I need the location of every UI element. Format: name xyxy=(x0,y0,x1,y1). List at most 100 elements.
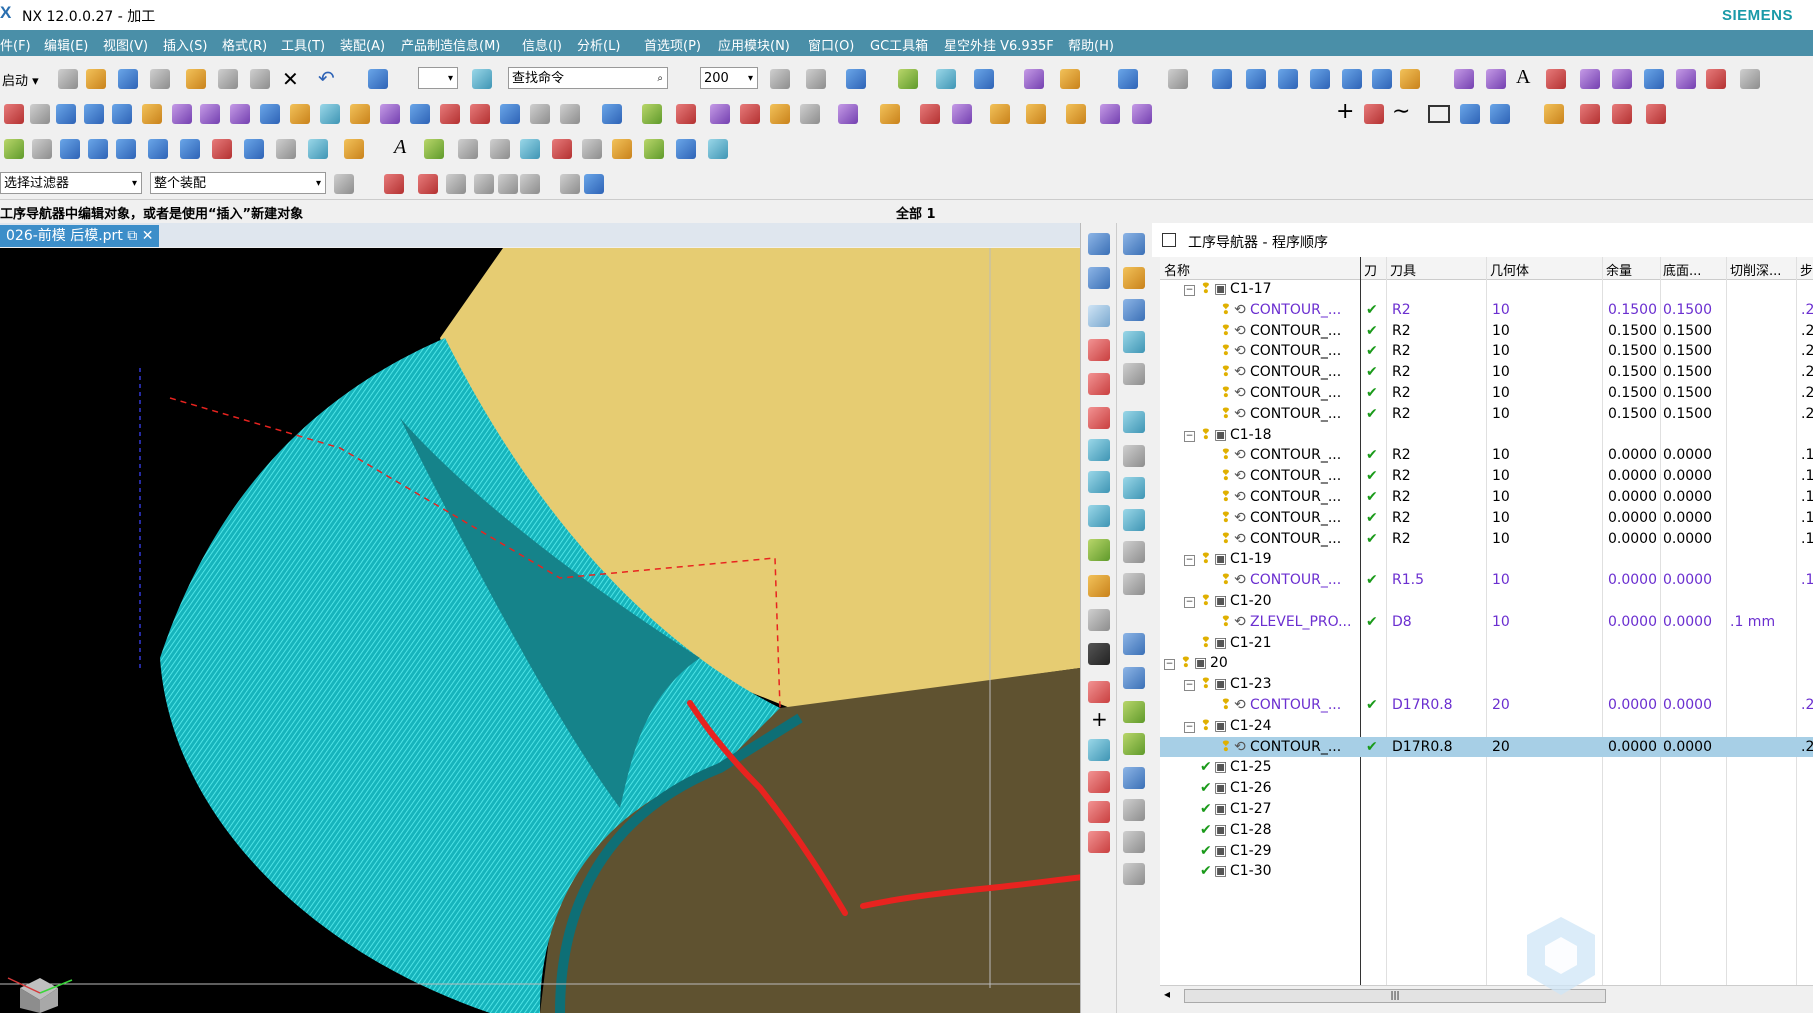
program-group-row[interactable]: − ❢ ▣ C1-18 xyxy=(1160,425,1813,446)
wireframe-icon[interactable] xyxy=(676,104,696,124)
drill-icon[interactable] xyxy=(350,104,370,124)
col-step[interactable]: 步 xyxy=(1800,260,1813,279)
ruler-strip-icon[interactable] xyxy=(1088,539,1110,561)
arrow-right-icon[interactable] xyxy=(84,104,104,124)
col-depth[interactable]: 切削深... xyxy=(1730,260,1781,279)
select-mode-icon[interactable] xyxy=(368,69,388,89)
navigator-horizontal-scrollbar[interactable]: ◂ ||| xyxy=(1160,985,1813,1004)
create-operation-icon[interactable] xyxy=(212,139,232,159)
cavity-mill-icon[interactable] xyxy=(200,104,220,124)
snap-mid-icon[interactable] xyxy=(474,174,494,194)
highlight-icon[interactable] xyxy=(740,104,760,124)
select-all-icon[interactable] xyxy=(384,174,404,194)
geometry-strip-icon[interactable] xyxy=(1088,471,1110,493)
menu-analysis[interactable]: 分析(L) xyxy=(577,35,620,54)
col-tool-status[interactable]: 刀 xyxy=(1364,260,1377,279)
operation-row[interactable]: ❢ ⟲ CONTOUR_... ✔ R2 10 0.1500 0.1500 .2 xyxy=(1160,404,1813,425)
layer-settings-icon[interactable] xyxy=(770,69,790,89)
operation-row[interactable]: ❢ ⟲ CONTOUR_... ✔ R2 10 0.0000 0.0000 .1 xyxy=(1160,529,1813,550)
layer-visible-icon[interactable] xyxy=(806,69,826,89)
machine-view-strip-icon[interactable] xyxy=(1123,267,1145,289)
machine-icon[interactable] xyxy=(644,139,664,159)
list-strip-icon[interactable] xyxy=(1123,411,1145,433)
command-search-input[interactable]: 查找命令 ⌕ xyxy=(508,67,668,89)
circle-icon[interactable] xyxy=(800,104,820,124)
selection-filter-combo[interactable]: 选择过滤器 ▾ xyxy=(0,172,142,194)
method-view-strip-icon[interactable] xyxy=(1123,331,1145,353)
text-tool-icon[interactable]: A xyxy=(1516,66,1530,89)
operation-row[interactable]: ❢ ⟲ CONTOUR_... ✔ R2 10 0.1500 0.1500 .2 xyxy=(1160,341,1813,362)
draft-icon[interactable] xyxy=(1612,104,1632,124)
generate-strip-icon[interactable] xyxy=(1123,633,1145,655)
view-iso-icon[interactable] xyxy=(1310,69,1330,89)
menu-format[interactable]: 格式(R) xyxy=(222,35,267,54)
measure-icon[interactable] xyxy=(1024,69,1044,89)
line-icon[interactable] xyxy=(1364,104,1384,124)
calculator-icon[interactable] xyxy=(676,139,696,159)
tree-collapse-icon[interactable]: − xyxy=(1184,597,1195,608)
operation-row[interactable]: ❢ ⟲ CONTOUR_... ✔ R1.5 10 0.0000 0.0000 .1 xyxy=(1160,570,1813,591)
toolpath-delete-icon[interactable] xyxy=(4,104,24,124)
start-menu-button[interactable]: 启动 ▾ xyxy=(2,70,39,89)
face-mill-icon[interactable] xyxy=(320,104,340,124)
page-icon[interactable] xyxy=(490,139,510,159)
tree-collapse-icon[interactable]: − xyxy=(1184,721,1195,733)
body-icon[interactable] xyxy=(920,104,940,124)
curve-strip-icon[interactable] xyxy=(1088,407,1110,429)
tree-collapse-icon[interactable]: − xyxy=(1184,555,1195,567)
zoom-combo[interactable]: 200 ▾ xyxy=(700,67,758,89)
method-view-icon[interactable] xyxy=(88,139,108,159)
menu-plugin[interactable]: 星空外挂 V6.935F xyxy=(944,35,1054,54)
cut-icon[interactable] xyxy=(186,69,206,89)
chart-icon[interactable] xyxy=(520,139,540,159)
geometry-view-icon[interactable] xyxy=(60,139,80,159)
shading-icon[interactable] xyxy=(1168,69,1188,89)
move-object-icon[interactable] xyxy=(846,69,866,89)
operation-row[interactable]: ❢ ⟲ CONTOUR_... ✔ D17R0.8 20 0.0000 0.0000 .2 xyxy=(1160,695,1813,716)
cutter-strip-icon[interactable] xyxy=(1088,575,1110,597)
open-file-icon[interactable] xyxy=(86,69,106,89)
operation-row[interactable]: ❢ ⟲ CONTOUR_... ✔ R2 10 0.0000 0.0000 .1 xyxy=(1160,466,1813,487)
program-group-row[interactable]: ✔ ▣ C1-26 xyxy=(1160,778,1813,799)
navigator-pin-checkbox[interactable] xyxy=(1162,233,1176,247)
shop-doc-icon[interactable] xyxy=(552,139,572,159)
program-group-row[interactable]: ✔ ▣ C1-25 xyxy=(1160,757,1813,778)
boundary-strip-icon[interactable] xyxy=(1088,439,1110,461)
zlevel-icon[interactable] xyxy=(230,104,250,124)
program-icon[interactable] xyxy=(4,139,24,159)
col-floor[interactable]: 底面... xyxy=(1663,260,1701,279)
operation-row[interactable]: ❢ ⟲ CONTOUR_... ✔ R2 10 0.1500 0.1500 .2 xyxy=(1160,321,1813,342)
operation-row[interactable]: ❢ ⟲ CONTOUR_... ✔ D17R0.8 20 0.0000 0.0000 .2 xyxy=(1160,736,1813,758)
view-bottom-icon[interactable] xyxy=(1372,69,1392,89)
view-back-icon[interactable] xyxy=(1342,69,1362,89)
toolpath-list-icon[interactable] xyxy=(30,104,50,124)
curve-offset-icon[interactable] xyxy=(1612,69,1632,89)
menu-help[interactable]: 帮助(H) xyxy=(1068,35,1114,54)
verify-toolpath-icon[interactable] xyxy=(344,139,364,159)
delete-icon[interactable]: ✕ xyxy=(282,67,299,91)
menu-preferences[interactable]: 首选项(P) xyxy=(644,35,701,54)
tree-collapse-icon[interactable]: − xyxy=(1184,430,1195,442)
menu-application[interactable]: 应用模块(N) xyxy=(718,35,790,54)
list-toolpath-icon[interactable] xyxy=(308,139,328,159)
verify-strip-icon[interactable] xyxy=(1123,701,1145,723)
program-group-row[interactable]: ✔ ▣ C1-30 xyxy=(1160,861,1813,882)
polygon-icon[interactable] xyxy=(602,104,622,124)
face-icon[interactable] xyxy=(880,104,900,124)
operation-row[interactable]: ❢ ⟲ CONTOUR_... ✔ R2 10 0.0000 0.0000 .1 xyxy=(1160,487,1813,508)
operation-row[interactable]: ❢ ⟲ CONTOUR_... ✔ R2 10 0.1500 0.1500 .2 xyxy=(1160,383,1813,404)
segment-strip-icon[interactable] xyxy=(1088,831,1110,853)
fixed-contour-icon[interactable] xyxy=(260,104,280,124)
col-stock[interactable]: 余量 xyxy=(1606,260,1632,279)
spline-icon[interactable] xyxy=(1546,69,1566,89)
post-strip-icon[interactable] xyxy=(1123,767,1145,789)
boolean-icon[interactable] xyxy=(1132,104,1152,124)
approve-strip-icon[interactable] xyxy=(1123,733,1145,755)
replay-icon[interactable] xyxy=(500,104,520,124)
program-group-row[interactable]: − ❢ ▣ C1-19 xyxy=(1160,549,1813,570)
order-strip-icon[interactable] xyxy=(1123,541,1145,563)
slope-strip-icon[interactable] xyxy=(1088,771,1110,793)
point-strip-icon[interactable] xyxy=(1088,373,1110,395)
col-geometry[interactable]: 几何体 xyxy=(1490,260,1529,279)
section-icon[interactable] xyxy=(1580,69,1600,89)
